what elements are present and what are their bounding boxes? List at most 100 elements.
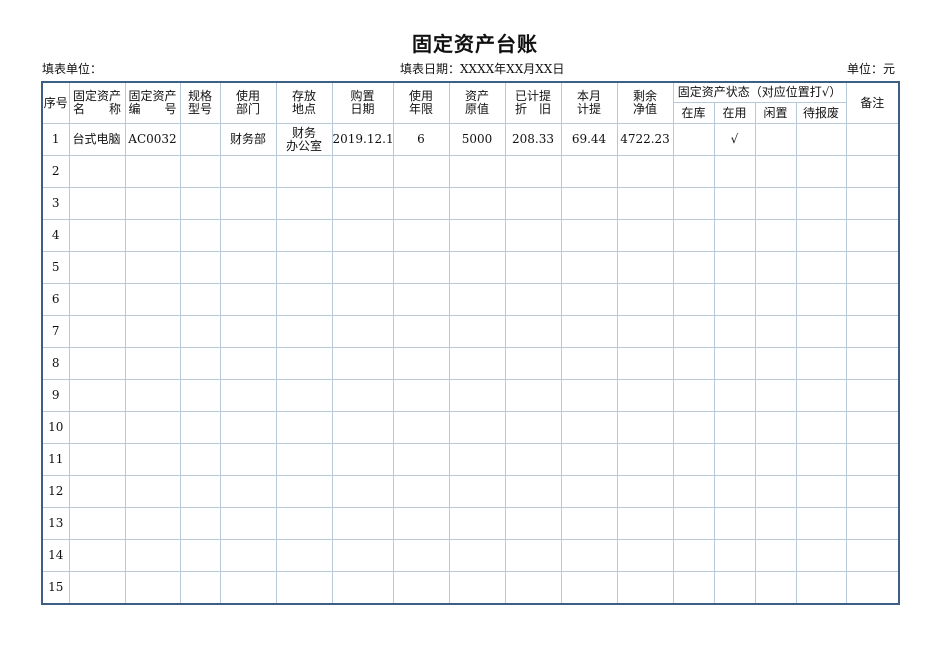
cell-model[interactable] — [180, 380, 220, 412]
cell-status-闲置[interactable] — [755, 476, 796, 508]
cell-purchase-date[interactable] — [332, 188, 393, 220]
cell-accum-depr[interactable] — [505, 540, 561, 572]
cell-net-value[interactable] — [617, 348, 673, 380]
cell-remarks[interactable] — [846, 508, 899, 540]
cell-code[interactable] — [125, 540, 180, 572]
cell-model[interactable] — [180, 188, 220, 220]
cell-name[interactable] — [69, 476, 125, 508]
cell-life[interactable] — [393, 412, 449, 444]
cell-status-在库[interactable] — [673, 284, 714, 316]
cell-original-value[interactable] — [449, 476, 505, 508]
cell-model[interactable] — [180, 316, 220, 348]
cell-location[interactable] — [276, 412, 332, 444]
cell-status-闲置[interactable] — [755, 444, 796, 476]
cell-remarks[interactable] — [846, 476, 899, 508]
cell-status-待报废[interactable] — [796, 124, 846, 156]
cell-dept[interactable] — [220, 476, 276, 508]
cell-code[interactable] — [125, 252, 180, 284]
cell-purchase-date[interactable] — [332, 572, 393, 605]
cell-month-depr[interactable] — [561, 348, 617, 380]
cell-status-在用[interactable] — [714, 412, 755, 444]
cell-accum-depr[interactable]: 208.33 — [505, 124, 561, 156]
cell-status-闲置[interactable] — [755, 316, 796, 348]
cell-seq[interactable]: 13 — [42, 508, 69, 540]
cell-original-value[interactable]: 5000 — [449, 124, 505, 156]
cell-original-value[interactable] — [449, 220, 505, 252]
cell-remarks[interactable] — [846, 156, 899, 188]
cell-month-depr[interactable] — [561, 572, 617, 605]
cell-status-在用[interactable] — [714, 284, 755, 316]
cell-name[interactable] — [69, 540, 125, 572]
cell-dept[interactable] — [220, 444, 276, 476]
cell-life[interactable] — [393, 508, 449, 540]
cell-purchase-date[interactable] — [332, 412, 393, 444]
cell-original-value[interactable] — [449, 444, 505, 476]
cell-status-闲置[interactable] — [755, 508, 796, 540]
cell-net-value[interactable] — [617, 220, 673, 252]
cell-location[interactable] — [276, 444, 332, 476]
cell-life[interactable] — [393, 380, 449, 412]
cell-purchase-date[interactable] — [332, 508, 393, 540]
cell-purchase-date[interactable] — [332, 156, 393, 188]
cell-status-闲置[interactable] — [755, 252, 796, 284]
cell-status-在库[interactable] — [673, 444, 714, 476]
cell-original-value[interactable] — [449, 412, 505, 444]
cell-accum-depr[interactable] — [505, 220, 561, 252]
cell-original-value[interactable] — [449, 380, 505, 412]
cell-model[interactable] — [180, 508, 220, 540]
cell-name[interactable]: 台式电脑 — [69, 124, 125, 156]
cell-remarks[interactable] — [846, 316, 899, 348]
cell-status-待报废[interactable] — [796, 252, 846, 284]
cell-original-value[interactable] — [449, 284, 505, 316]
cell-model[interactable] — [180, 284, 220, 316]
cell-purchase-date[interactable] — [332, 348, 393, 380]
cell-accum-depr[interactable] — [505, 476, 561, 508]
cell-seq[interactable]: 14 — [42, 540, 69, 572]
cell-month-depr[interactable] — [561, 476, 617, 508]
cell-dept[interactable] — [220, 156, 276, 188]
cell-name[interactable] — [69, 220, 125, 252]
cell-life[interactable] — [393, 156, 449, 188]
cell-code[interactable] — [125, 508, 180, 540]
cell-dept[interactable]: 财务部 — [220, 124, 276, 156]
cell-accum-depr[interactable] — [505, 444, 561, 476]
cell-net-value[interactable]: 4722.23 — [617, 124, 673, 156]
cell-dept[interactable] — [220, 380, 276, 412]
cell-model[interactable] — [180, 476, 220, 508]
cell-status-在用[interactable] — [714, 156, 755, 188]
cell-location[interactable] — [276, 508, 332, 540]
cell-remarks[interactable] — [846, 188, 899, 220]
cell-status-在用[interactable] — [714, 540, 755, 572]
cell-code[interactable] — [125, 156, 180, 188]
cell-net-value[interactable] — [617, 252, 673, 284]
cell-status-待报废[interactable] — [796, 348, 846, 380]
cell-accum-depr[interactable] — [505, 380, 561, 412]
cell-status-在库[interactable] — [673, 316, 714, 348]
cell-seq[interactable]: 2 — [42, 156, 69, 188]
cell-location[interactable] — [276, 284, 332, 316]
cell-net-value[interactable] — [617, 476, 673, 508]
cell-status-在库[interactable] — [673, 508, 714, 540]
cell-code[interactable] — [125, 444, 180, 476]
cell-original-value[interactable] — [449, 348, 505, 380]
cell-model[interactable] — [180, 124, 220, 156]
cell-status-在用[interactable] — [714, 252, 755, 284]
cell-status-待报废[interactable] — [796, 188, 846, 220]
cell-life[interactable] — [393, 284, 449, 316]
cell-seq[interactable]: 11 — [42, 444, 69, 476]
cell-code[interactable] — [125, 348, 180, 380]
cell-status-在库[interactable] — [673, 252, 714, 284]
cell-net-value[interactable] — [617, 156, 673, 188]
cell-code[interactable] — [125, 188, 180, 220]
cell-life[interactable] — [393, 572, 449, 605]
cell-net-value[interactable] — [617, 188, 673, 220]
cell-seq[interactable]: 10 — [42, 412, 69, 444]
cell-name[interactable] — [69, 252, 125, 284]
cell-status-在库[interactable] — [673, 476, 714, 508]
cell-purchase-date[interactable]: 2019.12.1 — [332, 124, 393, 156]
cell-remarks[interactable] — [846, 412, 899, 444]
cell-purchase-date[interactable] — [332, 316, 393, 348]
cell-location[interactable] — [276, 188, 332, 220]
cell-life[interactable]: 6 — [393, 124, 449, 156]
cell-code[interactable] — [125, 316, 180, 348]
